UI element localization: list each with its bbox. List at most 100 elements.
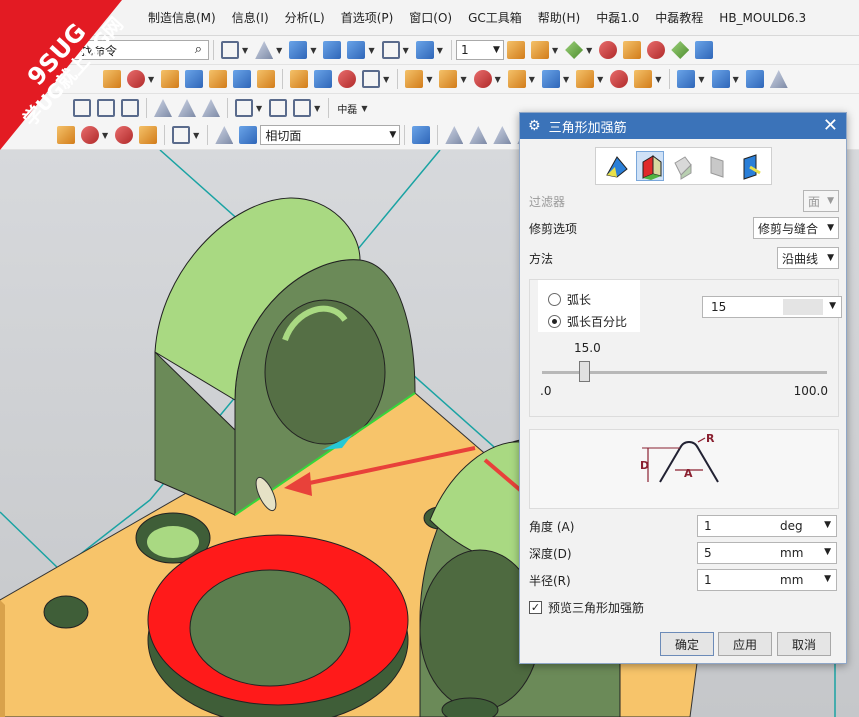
dialog-title-bar[interactable]: ⚙ 三角形加强筋 ✕ (520, 113, 846, 139)
menu-preferences[interactable]: 首选项(P) (333, 0, 402, 36)
arc-icon[interactable] (97, 99, 115, 117)
shaded-cube-icon[interactable] (289, 41, 308, 59)
chevron-down-icon[interactable]: ▼ (495, 75, 501, 84)
hole-icon[interactable] (127, 70, 145, 88)
vector-icon[interactable] (115, 126, 134, 144)
component-icon[interactable] (695, 41, 714, 59)
snap-control-icon[interactable] (493, 126, 512, 144)
bridge-curve-icon[interactable] (202, 99, 220, 117)
subtract-icon[interactable] (439, 70, 458, 88)
location-value-select[interactable]: 15 ▼ (702, 296, 842, 318)
project-curve-icon[interactable] (154, 99, 172, 117)
chevron-down-icon[interactable]: ▼ (597, 75, 603, 84)
chevron-down-icon[interactable]: ▼ (655, 75, 661, 84)
sketch-icon[interactable] (677, 70, 696, 88)
location-curve-button[interactable] (669, 151, 697, 181)
select-box-icon[interactable] (172, 126, 191, 144)
chevron-down-icon[interactable]: ▼ (529, 75, 535, 84)
trim-body-icon[interactable] (507, 70, 526, 88)
chevron-down-icon[interactable]: ▼ (824, 574, 831, 584)
chevron-down-icon[interactable]: ▼ (829, 301, 836, 311)
chevron-down-icon[interactable]: ▼ (310, 46, 316, 55)
menu-help[interactable]: 帮助(H) (530, 0, 588, 36)
snap-end-icon[interactable] (445, 126, 464, 144)
chevron-down-icon[interactable]: ▼ (698, 75, 704, 84)
chevron-down-icon[interactable]: ▼ (733, 75, 739, 84)
chevron-down-icon[interactable]: ▼ (824, 547, 831, 557)
depth-input[interactable]: 5 mm ▼ (697, 542, 837, 564)
chevron-down-icon[interactable]: ▼ (403, 46, 409, 55)
datum-icon[interactable] (293, 99, 312, 117)
groove-icon[interactable] (257, 70, 276, 88)
menu-hb-mould[interactable]: HB_MOULD6.3 (711, 0, 814, 36)
chevron-down-icon[interactable]: ▼ (552, 46, 558, 55)
intersect-icon[interactable] (473, 70, 492, 88)
direction-button[interactable] (736, 151, 764, 181)
wire-cube-icon[interactable] (323, 41, 342, 59)
move-to-layer-icon[interactable] (530, 41, 549, 59)
annotation-icon[interactable] (269, 99, 288, 117)
extrude-icon[interactable] (290, 70, 309, 88)
background-color-icon[interactable] (381, 41, 400, 59)
menu-gc-toolbox[interactable]: GC工具箱 (460, 0, 530, 36)
preview-checkbox[interactable]: ✓ (529, 601, 542, 614)
snap-point-icon[interactable] (57, 126, 75, 144)
menu-analysis[interactable]: 分析(L) (277, 0, 333, 36)
blend-icon[interactable] (338, 70, 357, 88)
select-filter-icon[interactable] (671, 41, 690, 59)
section-view-icon[interactable] (415, 41, 434, 59)
chevron-down-icon[interactable]: ▼ (824, 520, 831, 530)
layout-icon[interactable] (221, 41, 239, 59)
apply-button[interactable]: 应用 (718, 632, 772, 656)
trim-options-select[interactable]: 修剪与缝合 ▼ (753, 217, 839, 239)
chevron-down-icon[interactable]: ▼ (242, 46, 248, 55)
intersect-curve-icon[interactable] (178, 99, 196, 117)
select-placement-face-1-button[interactable] (603, 151, 631, 181)
draft-icon[interactable] (634, 70, 653, 88)
chevron-down-icon[interactable]: ▼ (460, 75, 466, 84)
arrow-right-icon[interactable] (412, 126, 431, 144)
face-rule-select[interactable]: 相切面 ▼ (260, 125, 401, 145)
wcs-icon[interactable] (565, 41, 584, 59)
chevron-down-icon[interactable]: ▼ (148, 75, 154, 84)
chevron-down-icon[interactable]: ▼ (102, 131, 108, 140)
cancel-button[interactable]: 取消 (777, 632, 831, 656)
view-orient-icon[interactable] (347, 41, 366, 59)
feature-icon[interactable] (103, 70, 121, 88)
command-search-input[interactable]: 找命令 ⌕ (44, 40, 209, 60)
select-placement-face-2-button[interactable] (636, 151, 665, 181)
pocket-icon[interactable] (209, 70, 228, 88)
point-constructor-icon[interactable] (81, 126, 99, 144)
snap-mid-icon[interactable] (469, 126, 488, 144)
menu-zhonglei-tutorial[interactable]: 中磊教程 (647, 0, 711, 36)
radio-arc-length[interactable]: 弧长 (538, 288, 640, 310)
chevron-down-icon[interactable]: ▼ (586, 46, 592, 55)
menu-window[interactable]: 窗口(O) (401, 0, 460, 36)
boss-icon[interactable] (161, 70, 180, 88)
zhonglei-toolbar-label[interactable]: 中磊 (337, 101, 357, 116)
chevron-down-icon[interactable]: ▼ (361, 104, 367, 113)
chevron-down-icon[interactable]: ▼ (314, 104, 320, 113)
gear-icon[interactable]: ⚙ (528, 118, 541, 134)
chevron-down-icon[interactable]: ▼ (276, 46, 282, 55)
slider-thumb[interactable] (579, 361, 591, 382)
location-plane-button[interactable] (703, 151, 731, 181)
revolve-icon[interactable] (314, 70, 333, 88)
offset-face-icon[interactable] (576, 70, 595, 88)
chevron-down-icon[interactable]: ▼ (437, 46, 443, 55)
pad-icon[interactable] (185, 70, 204, 88)
render-style-icon[interactable] (255, 41, 274, 59)
menu-information[interactable]: 信息(I) (224, 0, 277, 36)
search-icon[interactable]: ⌕ (195, 42, 202, 57)
chevron-down-icon[interactable]: ▼ (383, 75, 389, 84)
split-body-icon[interactable] (541, 70, 560, 88)
layer-settings-icon[interactable] (506, 41, 525, 59)
menu-zhonglei-1[interactable]: 中磊1.0 (588, 0, 647, 36)
face-rule-icon[interactable] (215, 126, 234, 144)
radio-arc-percent-indicator[interactable] (548, 314, 561, 328)
mesh-icon[interactable] (745, 70, 764, 88)
close-icon[interactable]: ✕ (823, 115, 838, 136)
chevron-down-icon[interactable]: ▼ (256, 104, 262, 113)
radius-input[interactable]: 1 mm ▼ (697, 569, 837, 591)
measure-icon[interactable] (599, 41, 618, 59)
